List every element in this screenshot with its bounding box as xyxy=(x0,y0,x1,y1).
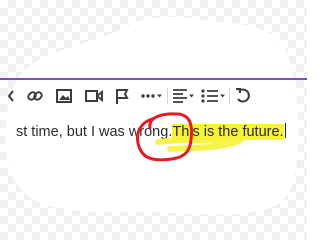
toolbar-scroll-left-button[interactable] xyxy=(4,86,18,106)
text-cursor xyxy=(284,123,286,138)
link-icon xyxy=(27,91,43,101)
white-cutout-shape xyxy=(5,17,299,215)
insert-image-button[interactable] xyxy=(53,86,75,106)
flag-icon xyxy=(116,89,129,104)
bulleted-list-icon xyxy=(201,89,225,103)
toolbar-divider xyxy=(229,88,230,104)
text-segment: st time, but I was wrong. xyxy=(16,124,173,140)
chevron-left-icon xyxy=(7,90,14,102)
highlighted-text: This is xyxy=(172,124,215,140)
more-icon xyxy=(141,94,162,98)
undo-button[interactable] xyxy=(233,86,253,106)
undo-icon xyxy=(236,88,250,103)
image-icon xyxy=(56,89,72,103)
more-options-button[interactable] xyxy=(140,86,164,106)
text-align-dropdown[interactable] xyxy=(171,86,195,106)
toolbar-divider xyxy=(167,88,168,104)
align-left-icon xyxy=(173,89,194,103)
highlighted-text: the future. xyxy=(214,124,284,140)
editor-text-line[interactable]: st time, but I was wrong.This is the fut… xyxy=(16,123,286,141)
video-icon xyxy=(85,89,103,103)
bulleted-list-dropdown[interactable] xyxy=(200,86,226,106)
insert-video-button[interactable] xyxy=(82,86,106,106)
insert-link-button[interactable] xyxy=(24,86,46,106)
insert-bookmark-button[interactable] xyxy=(112,86,132,106)
